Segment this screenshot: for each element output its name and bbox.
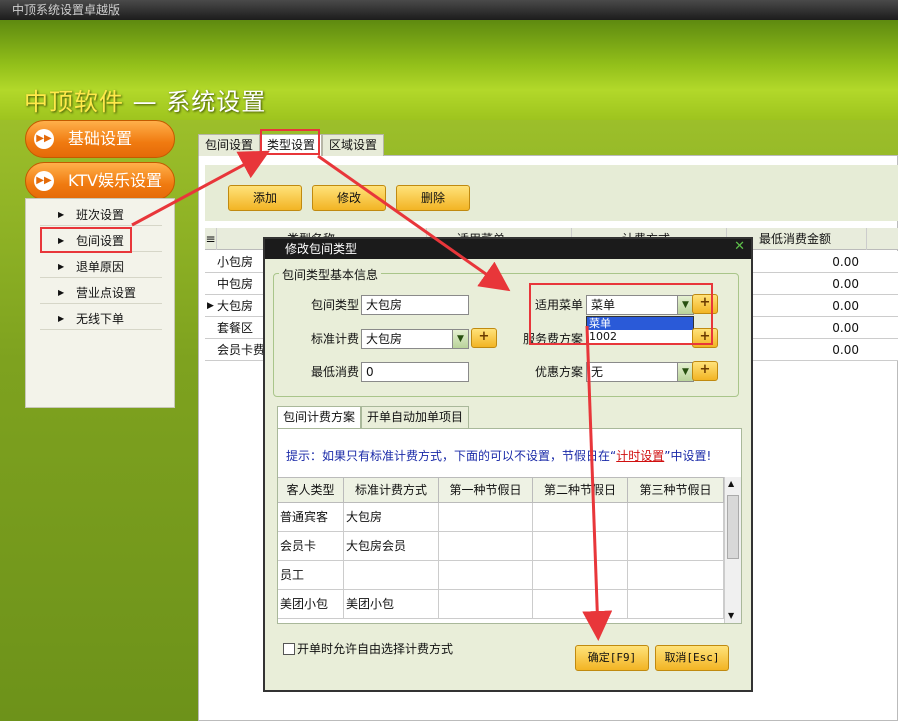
service-fee-label: 服务费方案 [522,332,583,346]
triangle-right-icon: ▶ [58,262,65,271]
dialog-title: 修改包间类型 [265,239,751,259]
nav-ktv-settings[interactable]: ▶▶ KTV娱乐设置 [25,162,175,200]
add-discount-button[interactable]: + [692,361,718,381]
grid-header: 客人类型 标准计费方式 第一种节假日 第二种节假日 第三种节假日 [278,477,724,503]
nav-basic-label: 基础设置 [68,129,133,148]
submenu-item-cancel-reason[interactable]: ▶ 退单原因 [40,256,162,278]
scroll-down-icon[interactable]: ▼ [728,611,734,620]
hint-text: 提示：如果只有标准计费方式，下面的可以不设置，节假日在“计时设置”中设置! [286,449,712,463]
grid-col-std-billing: 标准计费方式 [344,478,439,502]
cancel-button[interactable]: 取消[Esc] [655,645,729,671]
free-billing-checkbox[interactable]: 开单时允许自由选择计费方式 [283,642,453,656]
submenu-item-outlet[interactable]: ▶ 营业点设置 [40,282,162,304]
banner: 中顶软件 — 系统设置 [0,20,898,120]
triangle-right-icon: ▶ [58,288,65,297]
title-separator: — [124,88,167,116]
chevron-down-icon[interactable]: ▼ [677,363,693,381]
grid-col-holiday-3: 第三种节假日 [628,478,724,502]
std-billing-label: 标准计费 [310,332,359,346]
fast-forward-icon: ▶▶ [34,129,54,149]
min-consumption-label: 最低消费 [310,365,359,379]
add-button[interactable]: 添加 [228,185,302,211]
page-title: 中顶软件 — 系统设置 [24,82,266,117]
discount-label: 优惠方案 [534,365,583,379]
submenu-item-room[interactable]: ▶ 包间设置 [40,230,162,252]
menu-dropdown-list: 菜单 1002 [586,316,694,344]
triangle-right-icon: ▶ [58,210,65,219]
delete-button[interactable]: 删除 [396,185,470,211]
ktv-submenu: ▶ 班次设置 ▶ 包间设置 ▶ 退单原因 ▶ 营业点设置 ▶ 无线下单 [25,198,175,408]
chevron-down-icon[interactable]: ▼ [677,296,693,314]
service-fee-select[interactable]: 无 [586,344,686,345]
add-service-fee-button[interactable]: + [692,328,718,348]
std-billing-select[interactable]: 大包房 ▼ [361,329,469,349]
nav-basic-settings[interactable]: ▶▶ 基础设置 [25,120,175,158]
grid-row[interactable]: 美团小包 美团小包 [278,590,724,619]
fast-forward-icon: ▶▶ [34,171,54,191]
grid-col-holiday-1: 第一种节假日 [439,478,533,502]
scroll-up-icon[interactable]: ▲ [728,479,734,488]
submenu-item-wireless[interactable]: ▶ 无线下单 [40,308,162,330]
brand-name: 中顶软件 [24,88,124,116]
close-icon[interactable]: ✕ [734,239,745,254]
tab-room-settings[interactable]: 包间设置 [198,134,260,156]
add-std-billing-button[interactable]: + [471,328,497,348]
triangle-right-icon: ▶ [58,314,65,323]
dropdown-option[interactable]: 1002 [587,330,693,343]
discount-select[interactable]: 无 ▼ [586,362,694,382]
chevron-down-icon[interactable]: ▼ [452,330,468,348]
grid-row[interactable]: 会员卡 大包房会员 [278,532,724,561]
group-title: 包间类型基本信息 [279,266,382,283]
timing-settings-link[interactable]: 计时设置 [616,449,664,463]
window-title: 中顶系统设置卓越版 [0,0,898,20]
triangle-right-icon: ▶ [58,236,65,245]
submenu-item-shift[interactable]: ▶ 班次设置 [40,204,162,226]
toolbar [205,165,898,221]
menu-label: 适用菜单 [534,298,583,312]
grid-scrollbar[interactable]: ▲ ▼ [724,477,741,623]
dropdown-option[interactable]: 菜单 [587,317,693,330]
room-type-label: 包间类型 [310,298,359,312]
checkbox-icon[interactable] [283,643,295,655]
nav-ktv-label: KTV娱乐设置 [68,171,162,190]
edit-button[interactable]: 修改 [312,185,386,211]
billing-plan-panel: 提示：如果只有标准计费方式，下面的可以不设置，节假日在“计时设置”中设置! 客人… [277,428,742,624]
confirm-button[interactable]: 确定[F9] [575,645,649,671]
row-pointer-icon: ▶ [207,301,214,311]
tab-auto-add-items[interactable]: 开单自动加单项目 [361,406,470,428]
tab-room-billing[interactable]: 包间计费方案 [277,406,362,428]
add-menu-button[interactable]: + [692,294,718,314]
room-type-input[interactable]: 大包房 [361,295,469,315]
list-icon: ≡ [205,228,217,250]
tab-type-settings[interactable]: 类型设置 [260,134,322,156]
grid-col-holiday-2: 第二种节假日 [533,478,628,502]
grid-row[interactable]: 普通宾客 大包房 [278,503,724,532]
grid-col-guest-type: 客人类型 [278,478,344,502]
page-title-text: 系统设置 [166,88,267,116]
tab-area-settings[interactable]: 区域设置 [322,134,384,156]
scroll-thumb[interactable] [727,495,739,559]
menu-select[interactable]: 菜单 ▼ [586,295,694,315]
min-consumption-input[interactable]: 0 [361,362,469,382]
grid-row[interactable]: 员工 [278,561,724,590]
edit-room-type-dialog: 修改包间类型 ✕ 包间类型基本信息 包间类型 大包房 适用菜单 菜单 ▼ + 菜单… [263,237,753,692]
